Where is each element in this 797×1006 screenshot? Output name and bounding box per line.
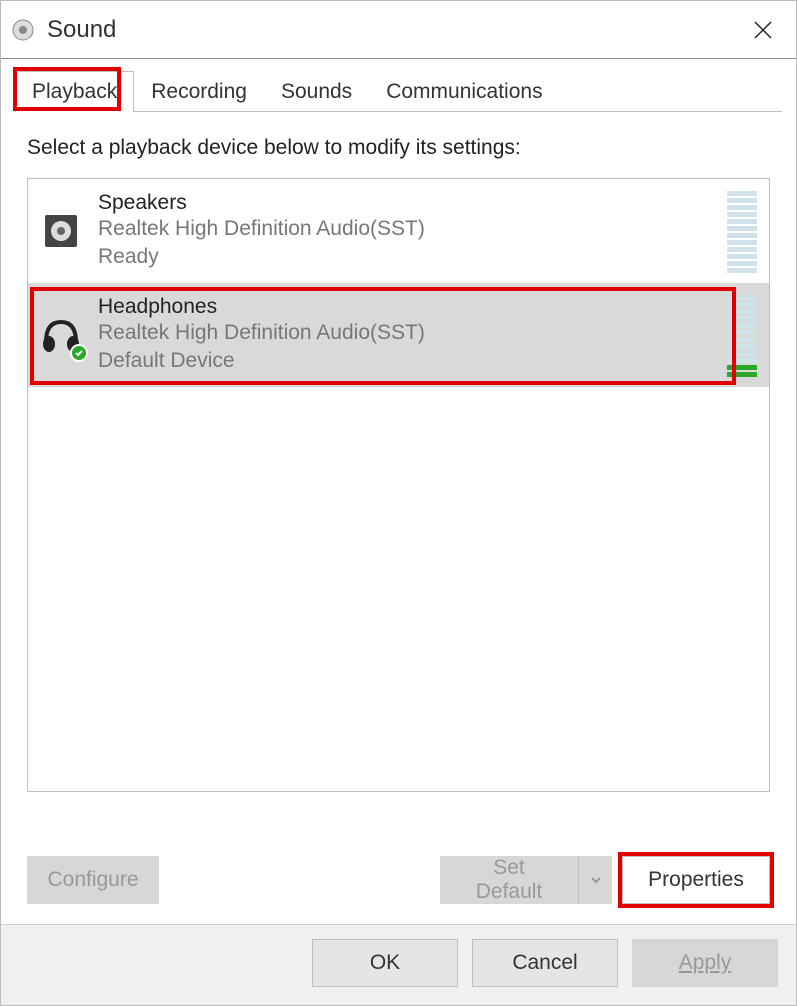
tab-label: Communications <box>386 80 542 103</box>
sound-icon <box>9 16 37 44</box>
button-label: Configure <box>47 868 138 892</box>
sound-dialog: Sound Playback Recording Sounds Communic… <box>0 0 797 1006</box>
device-text: Headphones Realtek High Definition Audio… <box>98 295 717 376</box>
tab-recording[interactable]: Recording <box>134 71 264 112</box>
tab-playback[interactable]: Playback <box>15 71 134 112</box>
properties-button[interactable]: Properties <box>622 856 770 904</box>
button-label: Cancel <box>512 951 577 975</box>
button-label: Properties <box>648 868 744 892</box>
configure-button[interactable]: Configure <box>27 856 159 904</box>
tab-content: Select a playback device below to modify… <box>1 112 796 834</box>
device-name: Speakers <box>98 191 717 215</box>
title-bar: Sound <box>1 1 796 59</box>
device-status: Default Device <box>98 347 717 375</box>
set-default-dropdown[interactable] <box>578 856 612 904</box>
device-item-headphones[interactable]: Headphones Realtek High Definition Audio… <box>28 283 769 387</box>
cancel-button[interactable]: Cancel <box>472 939 618 987</box>
apply-button[interactable]: Apply <box>632 939 778 987</box>
volume-meter <box>727 293 757 377</box>
window-title: Sound <box>47 16 738 44</box>
dialog-button-row: OK Cancel Apply <box>1 924 796 1005</box>
ok-button[interactable]: OK <box>312 939 458 987</box>
device-text: Speakers Realtek High Definition Audio(S… <box>98 191 717 272</box>
device-driver: Realtek High Definition Audio(SST) <box>98 215 717 243</box>
button-label: Set Default <box>458 856 560 904</box>
button-label: Apply <box>679 951 732 975</box>
close-button[interactable] <box>738 5 788 55</box>
lower-button-row: Configure Set Default Properties <box>1 834 796 924</box>
device-status: Ready <box>98 243 717 271</box>
device-item-speakers[interactable]: Speakers Realtek High Definition Audio(S… <box>28 179 769 283</box>
chevron-down-icon <box>590 874 602 886</box>
tab-sounds[interactable]: Sounds <box>264 71 369 112</box>
device-list[interactable]: Speakers Realtek High Definition Audio(S… <box>27 178 770 792</box>
button-label: OK <box>370 951 400 975</box>
tab-label: Playback <box>32 80 117 103</box>
tab-bar: Playback Recording Sounds Communications <box>1 59 796 112</box>
volume-meter <box>727 189 757 273</box>
tab-label: Recording <box>151 80 247 103</box>
close-icon <box>753 20 773 40</box>
device-driver: Realtek High Definition Audio(SST) <box>98 319 717 347</box>
default-check-icon <box>70 344 88 362</box>
instruction-text: Select a playback device below to modify… <box>27 136 770 160</box>
tab-label: Sounds <box>281 80 352 103</box>
device-name: Headphones <box>98 295 717 319</box>
tab-communications[interactable]: Communications <box>369 71 559 112</box>
speaker-icon <box>38 208 84 254</box>
headphones-icon <box>38 312 84 358</box>
set-default-button[interactable]: Set Default <box>440 856 578 904</box>
set-default-split-button[interactable]: Set Default <box>440 856 612 904</box>
